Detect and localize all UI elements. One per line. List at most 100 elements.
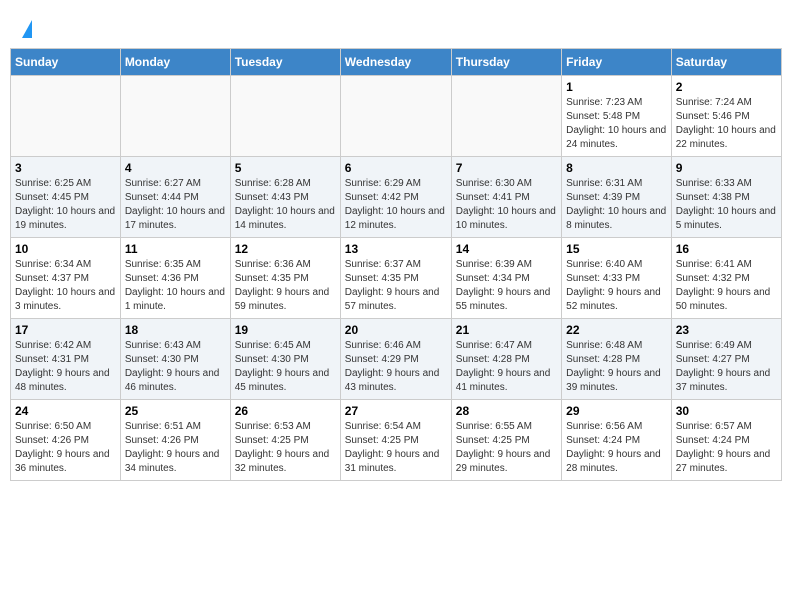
calendar-table: SundayMondayTuesdayWednesdayThursdayFrid… [10, 48, 782, 481]
day-info: Sunrise: 6:48 AM Sunset: 4:28 PM Dayligh… [566, 339, 667, 395]
calendar-week-5: 24 Sunrise: 6:50 AM Sunset: 4:26 PM Dayli… [11, 400, 782, 481]
logo [20, 20, 32, 38]
calendar-cell: 18Sunrise: 6:43 AM Sunset: 4:30 PM Dayli… [120, 319, 230, 400]
day-info: Sunrise: 6:53 AM Sunset: 4:25 PM Dayligh… [235, 420, 336, 476]
calendar-cell: 19 Sunrise: 6:45 AM Sunset: 4:30 PM Dayli… [230, 319, 340, 400]
calendar-cell: 11 Sunrise: 6:35 AM Sunset: 4:36 PM Dayli… [120, 238, 230, 319]
day-header-saturday: Saturday [671, 49, 781, 76]
day-header-friday: Friday [562, 49, 672, 76]
day-info: Sunrise: 6:51 AM Sunset: 4:26 PM Dayligh… [125, 420, 226, 476]
day-info: Sunrise: 6:56 AM Sunset: 4:24 PM Dayligh… [566, 420, 667, 476]
calendar-cell: 28 Sunrise: 6:55 AM Sunset: 4:25 PM Dayli… [451, 400, 561, 481]
calendar-cell: 23Sunrise: 6:49 AM Sunset: 4:27 PM Dayli… [671, 319, 781, 400]
calendar-week-2: 3Sunrise: 6:25 AM Sunset: 4:45 PM Daylig… [11, 157, 782, 238]
calendar-cell: 21 Sunrise: 6:47 AM Sunset: 4:28 PM Dayli… [451, 319, 561, 400]
day-number: 2 [676, 80, 777, 94]
calendar-cell [11, 76, 121, 157]
day-info: Sunrise: 6:25 AM Sunset: 4:45 PM Dayligh… [15, 177, 116, 233]
calendar-week-1: 1 Sunrise: 7:23 AM Sunset: 5:48 PM Daylig… [11, 76, 782, 157]
day-number: 26 [235, 404, 336, 418]
day-number: 15 [566, 242, 667, 256]
day-info: Sunrise: 6:31 AM Sunset: 4:39 PM Dayligh… [566, 177, 667, 233]
day-number: 28 [456, 404, 557, 418]
calendar-week-3: 10 Sunrise: 6:34 AM Sunset: 4:37 PM Dayli… [11, 238, 782, 319]
day-number: 17 [15, 323, 116, 337]
calendar-cell: 20Sunrise: 6:46 AM Sunset: 4:29 PM Dayli… [340, 319, 451, 400]
day-number: 29 [566, 404, 667, 418]
day-info: Sunrise: 6:47 AM Sunset: 4:28 PM Dayligh… [456, 339, 557, 395]
day-header-thursday: Thursday [451, 49, 561, 76]
calendar-cell: 12Sunrise: 6:36 AM Sunset: 4:35 PM Dayli… [230, 238, 340, 319]
day-info: Sunrise: 6:35 AM Sunset: 4:36 PM Dayligh… [125, 258, 226, 314]
calendar-cell: 5 Sunrise: 6:28 AM Sunset: 4:43 PM Daylig… [230, 157, 340, 238]
day-info: Sunrise: 6:50 AM Sunset: 4:26 PM Dayligh… [15, 420, 116, 476]
day-info: Sunrise: 6:29 AM Sunset: 4:42 PM Dayligh… [345, 177, 447, 233]
calendar-cell [340, 76, 451, 157]
day-info: Sunrise: 6:46 AM Sunset: 4:29 PM Dayligh… [345, 339, 447, 395]
calendar-cell [451, 76, 561, 157]
day-number: 5 [235, 161, 336, 175]
calendar-cell: 26 Sunrise: 6:53 AM Sunset: 4:25 PM Dayli… [230, 400, 340, 481]
day-header-tuesday: Tuesday [230, 49, 340, 76]
calendar-cell [120, 76, 230, 157]
calendar-cell: 17 Sunrise: 6:42 AM Sunset: 4:31 PM Dayli… [11, 319, 121, 400]
day-number: 1 [566, 80, 667, 94]
day-info: Sunrise: 7:24 AM Sunset: 5:46 PM Dayligh… [676, 96, 777, 152]
header [10, 10, 782, 43]
day-number: 6 [345, 161, 447, 175]
day-number: 10 [15, 242, 116, 256]
day-number: 8 [566, 161, 667, 175]
calendar-cell: 2 Sunrise: 7:24 AM Sunset: 5:46 PM Daylig… [671, 76, 781, 157]
calendar-cell: 30 Sunrise: 6:57 AM Sunset: 4:24 PM Dayli… [671, 400, 781, 481]
day-number: 21 [456, 323, 557, 337]
day-number: 14 [456, 242, 557, 256]
calendar-cell: 1 Sunrise: 7:23 AM Sunset: 5:48 PM Daylig… [562, 76, 672, 157]
day-number: 18 [125, 323, 226, 337]
day-number: 11 [125, 242, 226, 256]
day-header-sunday: Sunday [11, 49, 121, 76]
calendar-cell: 8 Sunrise: 6:31 AM Sunset: 4:39 PM Daylig… [562, 157, 672, 238]
day-info: Sunrise: 6:41 AM Sunset: 4:32 PM Dayligh… [676, 258, 777, 314]
day-number: 24 [15, 404, 116, 418]
calendar-cell: 3Sunrise: 6:25 AM Sunset: 4:45 PM Daylig… [11, 157, 121, 238]
day-info: Sunrise: 6:30 AM Sunset: 4:41 PM Dayligh… [456, 177, 557, 233]
calendar-cell: 22Sunrise: 6:48 AM Sunset: 4:28 PM Dayli… [562, 319, 672, 400]
calendar-cell: 4 Sunrise: 6:27 AM Sunset: 4:44 PM Daylig… [120, 157, 230, 238]
calendar-cell: 7Sunrise: 6:30 AM Sunset: 4:41 PM Daylig… [451, 157, 561, 238]
calendar-week-4: 17 Sunrise: 6:42 AM Sunset: 4:31 PM Dayli… [11, 319, 782, 400]
day-number: 30 [676, 404, 777, 418]
day-number: 16 [676, 242, 777, 256]
day-number: 25 [125, 404, 226, 418]
day-info: Sunrise: 6:45 AM Sunset: 4:30 PM Dayligh… [235, 339, 336, 395]
calendar-cell: 9 Sunrise: 6:33 AM Sunset: 4:38 PM Daylig… [671, 157, 781, 238]
calendar-cell: 15 Sunrise: 6:40 AM Sunset: 4:33 PM Dayli… [562, 238, 672, 319]
day-info: Sunrise: 7:23 AM Sunset: 5:48 PM Dayligh… [566, 96, 667, 152]
logo-triangle-icon [22, 20, 32, 38]
calendar-cell: 25 Sunrise: 6:51 AM Sunset: 4:26 PM Dayli… [120, 400, 230, 481]
calendar-cell: 27 Sunrise: 6:54 AM Sunset: 4:25 PM Dayli… [340, 400, 451, 481]
day-number: 4 [125, 161, 226, 175]
day-info: Sunrise: 6:27 AM Sunset: 4:44 PM Dayligh… [125, 177, 226, 233]
day-info: Sunrise: 6:28 AM Sunset: 4:43 PM Dayligh… [235, 177, 336, 233]
day-info: Sunrise: 6:54 AM Sunset: 4:25 PM Dayligh… [345, 420, 447, 476]
day-info: Sunrise: 6:55 AM Sunset: 4:25 PM Dayligh… [456, 420, 557, 476]
day-info: Sunrise: 6:39 AM Sunset: 4:34 PM Dayligh… [456, 258, 557, 314]
calendar-cell: 24 Sunrise: 6:50 AM Sunset: 4:26 PM Dayli… [11, 400, 121, 481]
day-header-wednesday: Wednesday [340, 49, 451, 76]
day-info: Sunrise: 6:33 AM Sunset: 4:38 PM Dayligh… [676, 177, 777, 233]
calendar-cell: 6 Sunrise: 6:29 AM Sunset: 4:42 PM Daylig… [340, 157, 451, 238]
day-number: 12 [235, 242, 336, 256]
calendar-cell [230, 76, 340, 157]
day-number: 9 [676, 161, 777, 175]
calendar-header-row: SundayMondayTuesdayWednesdayThursdayFrid… [11, 49, 782, 76]
day-number: 19 [235, 323, 336, 337]
day-number: 23 [676, 323, 777, 337]
day-info: Sunrise: 6:42 AM Sunset: 4:31 PM Dayligh… [15, 339, 116, 395]
day-number: 13 [345, 242, 447, 256]
calendar-cell: 16 Sunrise: 6:41 AM Sunset: 4:32 PM Dayli… [671, 238, 781, 319]
day-info: Sunrise: 6:34 AM Sunset: 4:37 PM Dayligh… [15, 258, 116, 314]
day-info: Sunrise: 6:57 AM Sunset: 4:24 PM Dayligh… [676, 420, 777, 476]
calendar-cell: 29 Sunrise: 6:56 AM Sunset: 4:24 PM Dayli… [562, 400, 672, 481]
day-info: Sunrise: 6:40 AM Sunset: 4:33 PM Dayligh… [566, 258, 667, 314]
day-number: 27 [345, 404, 447, 418]
